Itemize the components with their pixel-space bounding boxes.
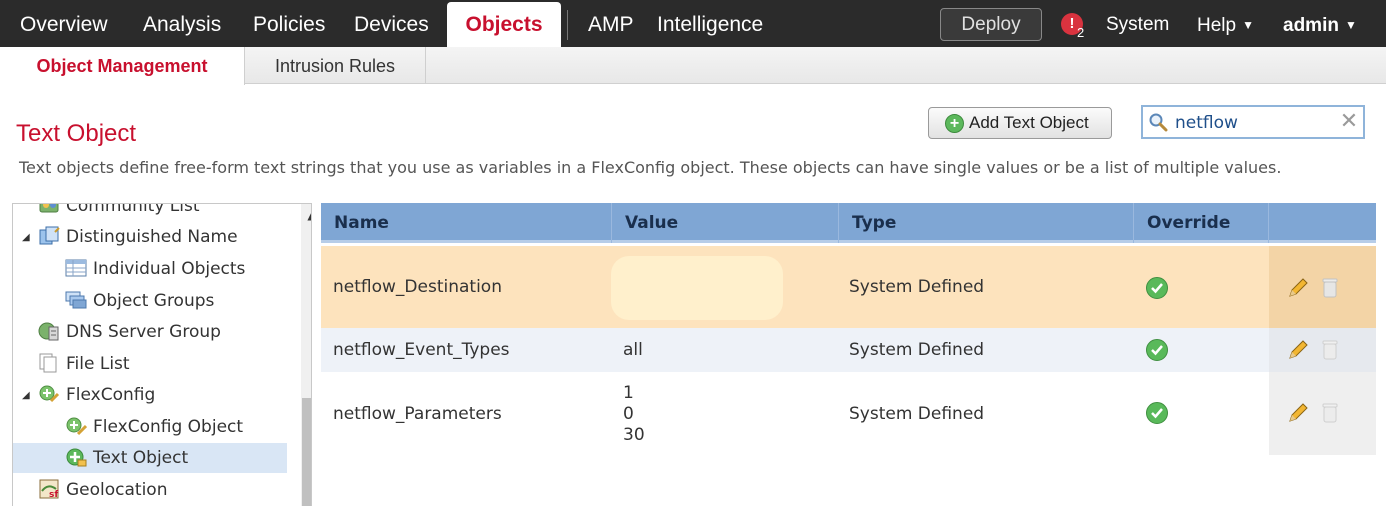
table-icon — [65, 259, 87, 277]
nav-separator — [567, 10, 568, 40]
table-row[interactable]: netflow_Event_Types all System Defined — [321, 328, 1376, 372]
edit-pencil-icon[interactable] — [1287, 402, 1309, 424]
tree-item-label: DNS Server Group — [66, 322, 221, 342]
scroll-up-icon[interactable]: ▲ — [301, 208, 311, 226]
column-header-value[interactable]: Value — [612, 203, 839, 243]
dns-server-icon — [38, 322, 59, 341]
cell-value: all — [623, 340, 643, 360]
column-header-actions — [1269, 203, 1376, 243]
nav-help[interactable]: Help ▼ — [1197, 0, 1254, 47]
scrollbar-thumb[interactable] — [302, 398, 311, 506]
community-list-icon — [39, 204, 59, 213]
check-icon — [1146, 402, 1168, 424]
tree-item-label: Individual Objects — [93, 259, 246, 279]
object-tree: Community List ◢ Distinguished Name Indi… — [12, 203, 312, 506]
nav-help-label: Help — [1197, 15, 1237, 36]
sub-navbar: Object Management Intrusion Rules — [0, 47, 1386, 85]
column-header-override[interactable]: Override — [1134, 203, 1269, 243]
tab-intrusion-rules[interactable]: Intrusion Rules — [245, 47, 426, 84]
add-text-object-button[interactable]: + Add Text Object — [928, 107, 1112, 139]
cell-type: System Defined — [849, 404, 985, 424]
tree-item-label: Text Object — [93, 448, 189, 468]
tree-item-distinguished-name[interactable]: Distinguished Name — [38, 222, 238, 252]
cell-name: netflow_Destination — [333, 277, 502, 297]
check-icon — [1146, 277, 1168, 299]
search-input[interactable] — [1175, 111, 1335, 135]
distinguished-name-icon — [39, 226, 60, 245]
svg-text:sf: sf — [49, 490, 58, 499]
tree-item-community-list[interactable]: Community List — [38, 203, 200, 221]
nav-policies[interactable]: Policies — [253, 0, 325, 47]
tree-item-label: FlexConfig — [66, 385, 156, 405]
clear-search-icon[interactable]: ✕ — [1339, 111, 1359, 133]
tree-item-dns-server-group[interactable]: DNS Server Group — [38, 317, 221, 347]
tree-item-label: Object Groups — [93, 291, 215, 311]
tree-item-label: File List — [66, 354, 130, 374]
cell-value — [611, 256, 783, 320]
delete-trash-icon[interactable] — [1319, 402, 1341, 424]
nav-amp[interactable]: AMP — [588, 0, 634, 47]
cell-value-line: 0 — [623, 404, 634, 424]
tree-item-label: FlexConfig Object — [93, 417, 244, 437]
edit-pencil-icon[interactable] — [1287, 339, 1309, 361]
column-header-type[interactable]: Type — [839, 203, 1134, 243]
chevron-down-icon: ▼ — [1242, 18, 1254, 32]
nav-user-menu[interactable]: admin ▼ — [1283, 0, 1357, 47]
add-icon: + — [945, 114, 964, 133]
page-title: Text Object — [16, 120, 137, 147]
nav-devices[interactable]: Devices — [354, 0, 429, 47]
column-header-name[interactable]: Name — [321, 203, 612, 243]
deploy-button[interactable]: Deploy — [940, 8, 1042, 41]
collapse-arrow-icon[interactable]: ◢ — [22, 232, 30, 243]
edit-pencil-icon[interactable] — [1287, 277, 1309, 299]
table-row[interactable]: netflow_Parameters 1 0 30 System Defined — [321, 372, 1376, 455]
tree-item-label: Distinguished Name — [66, 227, 238, 247]
alert-count: 2 — [1077, 25, 1085, 40]
nav-analysis[interactable]: Analysis — [143, 0, 221, 47]
search-box: ✕ — [1141, 105, 1365, 139]
tree-item-label: Community List — [66, 203, 200, 216]
delete-trash-icon[interactable] — [1319, 277, 1341, 299]
tree-item-geolocation[interactable]: sf Geolocation — [38, 475, 168, 505]
tree-item-individual-objects[interactable]: Individual Objects — [65, 254, 245, 284]
tab-object-management[interactable]: Object Management — [0, 47, 245, 85]
file-list-icon — [39, 353, 57, 373]
tree-item-flexconfig[interactable]: FlexConfig — [38, 380, 155, 410]
tree-item-label: Geolocation — [66, 480, 168, 500]
collapse-arrow-icon[interactable]: ◢ — [22, 390, 30, 401]
search-icon — [1149, 113, 1168, 132]
cell-name: netflow_Event_Types — [333, 340, 510, 360]
tree-item-flexconfig-object[interactable]: FlexConfig Object — [65, 412, 243, 442]
table-header: Name Value Type Override — [321, 203, 1376, 243]
cell-value-line: 30 — [623, 425, 645, 445]
nav-objects[interactable]: Objects — [447, 2, 561, 47]
tree-item-text-object[interactable]: Text Object — [13, 443, 287, 473]
text-object-icon — [66, 448, 87, 467]
nav-overview[interactable]: Overview — [20, 0, 108, 47]
tree-item-object-groups[interactable]: Object Groups — [65, 286, 214, 316]
tree-item-file-list[interactable]: File List — [38, 349, 130, 379]
page-description: Text objects define free-form text strin… — [19, 158, 1282, 177]
flexconfig-object-icon — [66, 417, 87, 436]
top-navbar: Overview Analysis Policies Devices Objec… — [0, 0, 1386, 47]
nav-intelligence[interactable]: Intelligence — [657, 0, 763, 47]
geolocation-icon: sf — [39, 479, 59, 499]
chevron-down-icon: ▼ — [1344, 18, 1357, 32]
nav-system[interactable]: System — [1106, 0, 1169, 47]
delete-trash-icon[interactable] — [1319, 339, 1341, 361]
flexconfig-icon — [39, 385, 60, 403]
cell-name: netflow_Parameters — [333, 404, 502, 424]
cell-value-line: 1 — [623, 383, 634, 403]
user-name: admin — [1283, 15, 1339, 36]
object-groups-icon — [65, 291, 87, 309]
check-icon — [1146, 339, 1168, 361]
add-button-label: Add Text Object — [969, 113, 1089, 132]
cell-type: System Defined — [849, 340, 985, 360]
table-row[interactable]: netflow_Destination System Defined — [321, 246, 1376, 328]
cell-type: System Defined — [849, 277, 985, 297]
